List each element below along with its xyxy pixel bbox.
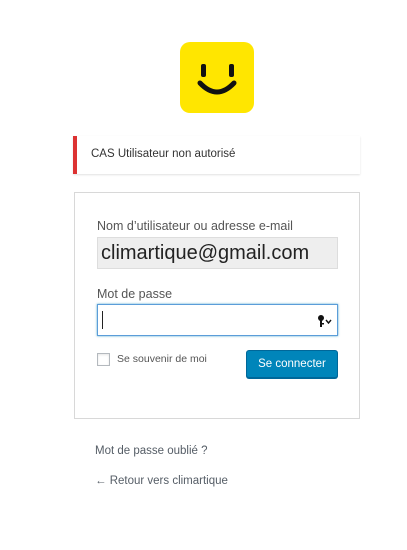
username-input[interactable]: climartique@gmail.com — [97, 237, 338, 269]
password-label: Mot de passe — [97, 287, 173, 301]
text-caret — [102, 311, 103, 329]
error-message: CAS Utilisateur non autorisé — [91, 148, 236, 160]
username-label: Nom d’utilisateur ou adresse e-mail — [97, 219, 293, 233]
error-notice: CAS Utilisateur non autorisé — [73, 136, 360, 174]
remember-me-checkbox[interactable] — [97, 353, 110, 366]
login-page: CAS Utilisateur non autorisé Nom d’utili… — [0, 0, 407, 550]
login-form: Nom d’utilisateur ou adresse e-mail clim… — [74, 192, 360, 419]
back-to-site-link[interactable]: ← Retour vers climartique — [95, 475, 228, 487]
site-logo[interactable] — [180, 42, 254, 113]
key-dropdown-icon[interactable] — [317, 314, 333, 328]
smiley-face-icon — [197, 64, 237, 95]
lost-password-link[interactable]: Mot de passe oublié ? — [95, 445, 208, 457]
password-input[interactable] — [97, 304, 338, 336]
remember-me-label[interactable]: Se souvenir de moi — [117, 353, 207, 365]
login-submit-button[interactable]: Se connecter — [246, 350, 338, 378]
